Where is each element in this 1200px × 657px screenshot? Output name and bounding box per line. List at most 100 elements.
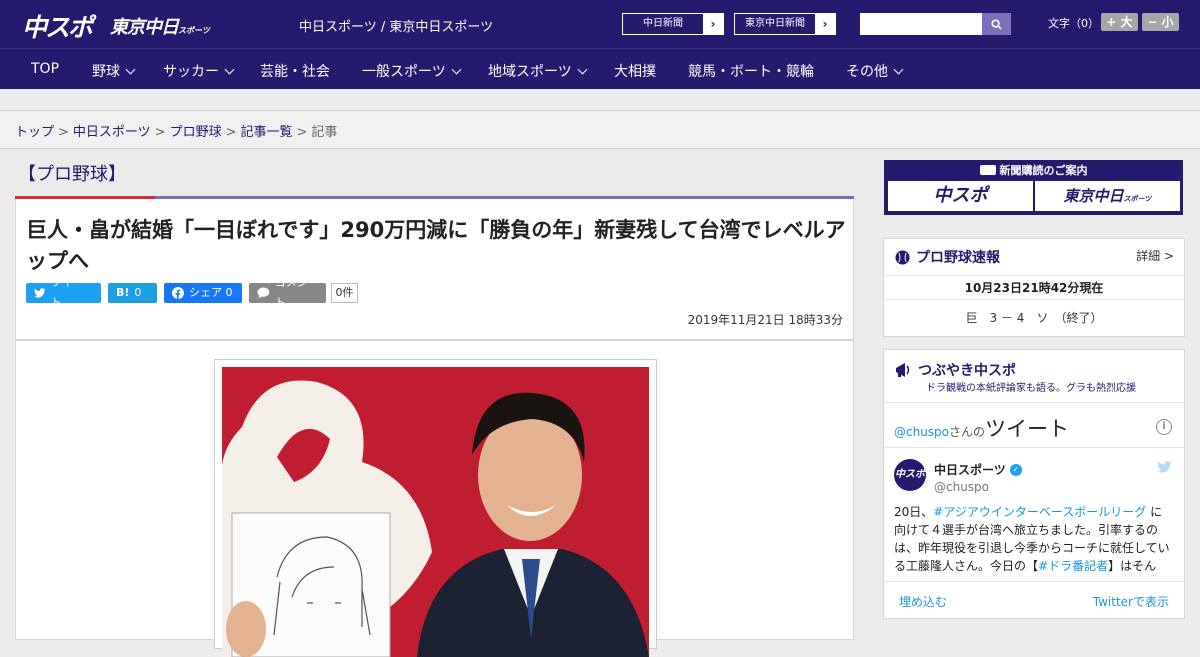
- chunichi-shimbun-label: 中日新聞: [643, 18, 683, 29]
- nav-soccer[interactable]: サッカー: [163, 61, 235, 81]
- subscribe-tokyo-logo[interactable]: 東京中日スポーツ: [1035, 181, 1180, 211]
- comment-button-label: コメント: [274, 276, 308, 309]
- chunichi-shimbun-link[interactable]: 中日新聞 ›: [622, 13, 724, 35]
- hatena-bookmark-icon: B!: [116, 286, 130, 299]
- search-button[interactable]: [982, 13, 1011, 35]
- header-spacer: [0, 89, 1200, 111]
- subscription-banner[interactable]: 新聞購読のご案内 中スポ 東京中日スポーツ: [884, 160, 1183, 215]
- baseball-detail-link[interactable]: 詳細 >: [1136, 247, 1174, 264]
- tweet-button-label: ツイート: [50, 276, 84, 309]
- breadcrumb-pro-baseball[interactable]: プロ野球: [170, 125, 222, 140]
- nav-local-sports[interactable]: 地域スポーツ: [488, 61, 588, 81]
- tweets-box: つぶやき中スポ ドラ観戦の本紙評論家も語る。グラも熱烈応援 @chuspoさんの…: [883, 349, 1185, 619]
- search-input[interactable]: [860, 13, 982, 35]
- comment-button[interactable]: コメント: [249, 276, 326, 309]
- newspaper-icon: [979, 165, 996, 175]
- facebook-share-label: シェア 0: [189, 286, 233, 299]
- view-on-twitter-link[interactable]: Twitterで表示: [1093, 593, 1169, 610]
- press-conference-photo: [222, 367, 649, 657]
- article-photo[interactable]: [222, 367, 649, 657]
- nav-other[interactable]: その他: [846, 61, 904, 81]
- chuspo-logo[interactable]: 中スポ: [22, 8, 93, 44]
- nav-label: 競馬・ボート・競輪: [688, 64, 814, 80]
- game-score[interactable]: 巨 3 － 4 ソ （終了）: [884, 309, 1184, 326]
- breadcrumb-chunichi-sports[interactable]: 中日スポーツ: [73, 125, 151, 140]
- hashtag-link[interactable]: #ドラ番記者: [1038, 559, 1108, 573]
- nav-label: 野球: [92, 64, 120, 80]
- embed-link[interactable]: 埋め込む: [899, 593, 947, 610]
- subscription-title-text: 新聞購読のご案内: [999, 164, 1088, 177]
- avatar[interactable]: 中スポ: [894, 459, 926, 491]
- subscribe-tokyo-logo-text: 東京中日: [1063, 187, 1124, 205]
- tokyo-shimbun-link[interactable]: 東京中日新聞 ›: [734, 13, 836, 35]
- tokyo-chunichi-logo-small: スポーツ: [178, 26, 210, 35]
- breadcrumb-separator: >: [154, 125, 166, 140]
- breadcrumb-separator: >: [225, 125, 237, 140]
- baseball-score-box: プロ野球速報 詳細 > 10月23日21時42分現在 巨 3 － 4 ソ （終了…: [883, 238, 1185, 337]
- nav-general-sports[interactable]: 一般スポーツ: [362, 61, 462, 81]
- breadcrumb-article-list[interactable]: 記事一覧: [241, 125, 293, 140]
- tweet-account-name[interactable]: 中日スポーツ ✓: [934, 461, 1022, 478]
- tweet-button[interactable]: ツイート: [26, 276, 101, 309]
- article-timestamp: 2019年11月21日 18時33分: [687, 313, 843, 327]
- tokyo-shimbun-label: 東京中日新聞: [745, 18, 805, 29]
- tweets-title: つぶやき中スポ: [895, 360, 1016, 380]
- hatena-bookmark-button[interactable]: B! 0: [108, 283, 157, 303]
- font-size-label: 文字（0）: [1048, 17, 1099, 30]
- tokyo-chunichi-logo-text: 東京中日: [110, 17, 179, 38]
- breadcrumb-bar: トップ > 中日スポーツ > プロ野球 > 記事一覧 > 記事: [0, 111, 1200, 149]
- chevron-down-icon: [893, 64, 904, 75]
- hatena-count: 0: [134, 286, 142, 299]
- nav-label: 地域スポーツ: [488, 64, 572, 80]
- score-update-time: 10月23日21時42分現在: [884, 275, 1184, 300]
- baseball-score-title: プロ野球速報: [895, 247, 1000, 267]
- nav-label: 芸能・社会: [260, 64, 330, 80]
- chevron-right-icon: ›: [815, 14, 835, 34]
- verified-badge-icon: ✓: [1009, 463, 1022, 476]
- search-icon: [991, 18, 1002, 30]
- timeline-handle-link[interactable]: @chuspo: [894, 425, 949, 439]
- article-body: [15, 340, 854, 657]
- font-smaller-button[interactable]: − 小: [1142, 13, 1179, 31]
- breadcrumb-separator: >: [296, 125, 308, 140]
- subscribe-chuspo-logo[interactable]: 中スポ: [888, 181, 1033, 211]
- nav-baseball[interactable]: 野球: [92, 61, 136, 81]
- twitter-bird-icon[interactable]: [1157, 461, 1172, 477]
- baseball-score-title-text: プロ野球速報: [916, 250, 1000, 266]
- nav-label: 大相撲: [614, 64, 656, 80]
- tweet-account-handle[interactable]: @chuspo: [934, 480, 989, 494]
- nav-racing[interactable]: 競馬・ボート・競輪: [688, 61, 814, 81]
- baseball-icon: [895, 249, 910, 265]
- breadcrumb-separator: >: [58, 125, 69, 140]
- article-photo-frame: [214, 359, 657, 657]
- facebook-icon: [172, 287, 184, 299]
- nav-entertainment[interactable]: 芸能・社会: [260, 61, 330, 81]
- megaphone-icon: [896, 363, 910, 377]
- twitter-timeline-widget: @chuspoさんのツイート i 中スポ 中日スポーツ ✓ @chuspo 20…: [884, 402, 1184, 618]
- nav-label: その他: [846, 64, 888, 80]
- font-larger-button[interactable]: + 大: [1101, 13, 1138, 31]
- timeline-footer: 埋め込む Twitterで表示: [884, 581, 1184, 619]
- subscription-title: 新聞購読のご案内: [884, 162, 1183, 178]
- hashtag-link[interactable]: #アジアウインターベースボールリーグ: [933, 505, 1146, 519]
- nav-label: 一般スポーツ: [362, 64, 446, 80]
- tweets-title-text: つぶやき中スポ: [918, 363, 1016, 379]
- breadcrumb-top[interactable]: トップ: [15, 125, 54, 140]
- chevron-down-icon: [451, 64, 462, 75]
- info-icon[interactable]: i: [1156, 419, 1172, 435]
- nav-top[interactable]: TOP: [31, 61, 59, 77]
- nav-sumo[interactable]: 大相撲: [614, 61, 656, 81]
- main-nav: TOP 野球 サッカー 芸能・社会 一般スポーツ 地域スポーツ 大相撲 競馬・ボ…: [0, 48, 1200, 89]
- facebook-share-button[interactable]: シェア 0: [164, 283, 242, 303]
- article-headline: 巨人・畠が結婚「一目ぼれです」290万円減に「勝負の年」新妻残して台湾でレベルア…: [26, 218, 846, 273]
- article-header: 巨人・畠が結婚「一目ぼれです」290万円減に「勝負の年」新妻残して台湾でレベルア…: [15, 199, 854, 340]
- tweet-text-part: 20日、: [894, 505, 934, 519]
- article-category: 【プロ野球】: [18, 164, 126, 185]
- chevron-down-icon: [224, 64, 235, 75]
- comment-count: 0件: [331, 283, 358, 303]
- chevron-down-icon: [125, 64, 136, 75]
- tweet-account-name-text: 中日スポーツ: [934, 463, 1006, 477]
- tokyo-chunichi-logo[interactable]: 東京中日スポーツ: [110, 13, 210, 39]
- breadcrumb-current: 記事: [311, 125, 338, 140]
- nav-label: サッカー: [163, 64, 219, 80]
